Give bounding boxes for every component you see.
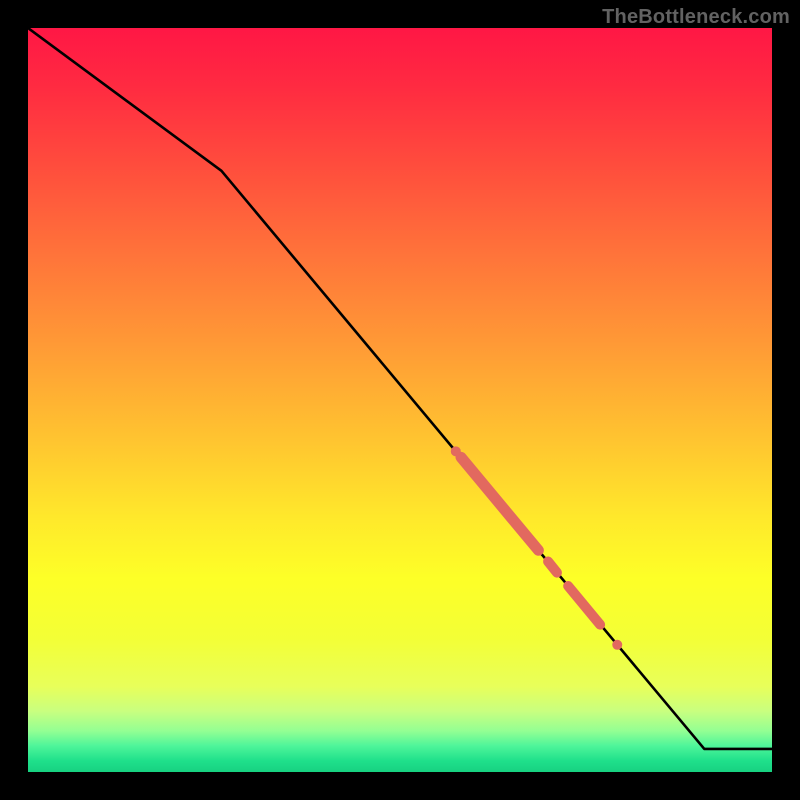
chart-stage: TheBottleneck.com [0,0,800,800]
plot-area [28,28,772,772]
highlight-point-0 [451,446,461,456]
watermark-text: TheBottleneck.com [602,6,790,29]
gradient-bg [28,28,772,772]
plot-svg [28,28,772,772]
highlight-segment-1 [548,561,557,572]
highlight-point-1 [612,640,622,650]
